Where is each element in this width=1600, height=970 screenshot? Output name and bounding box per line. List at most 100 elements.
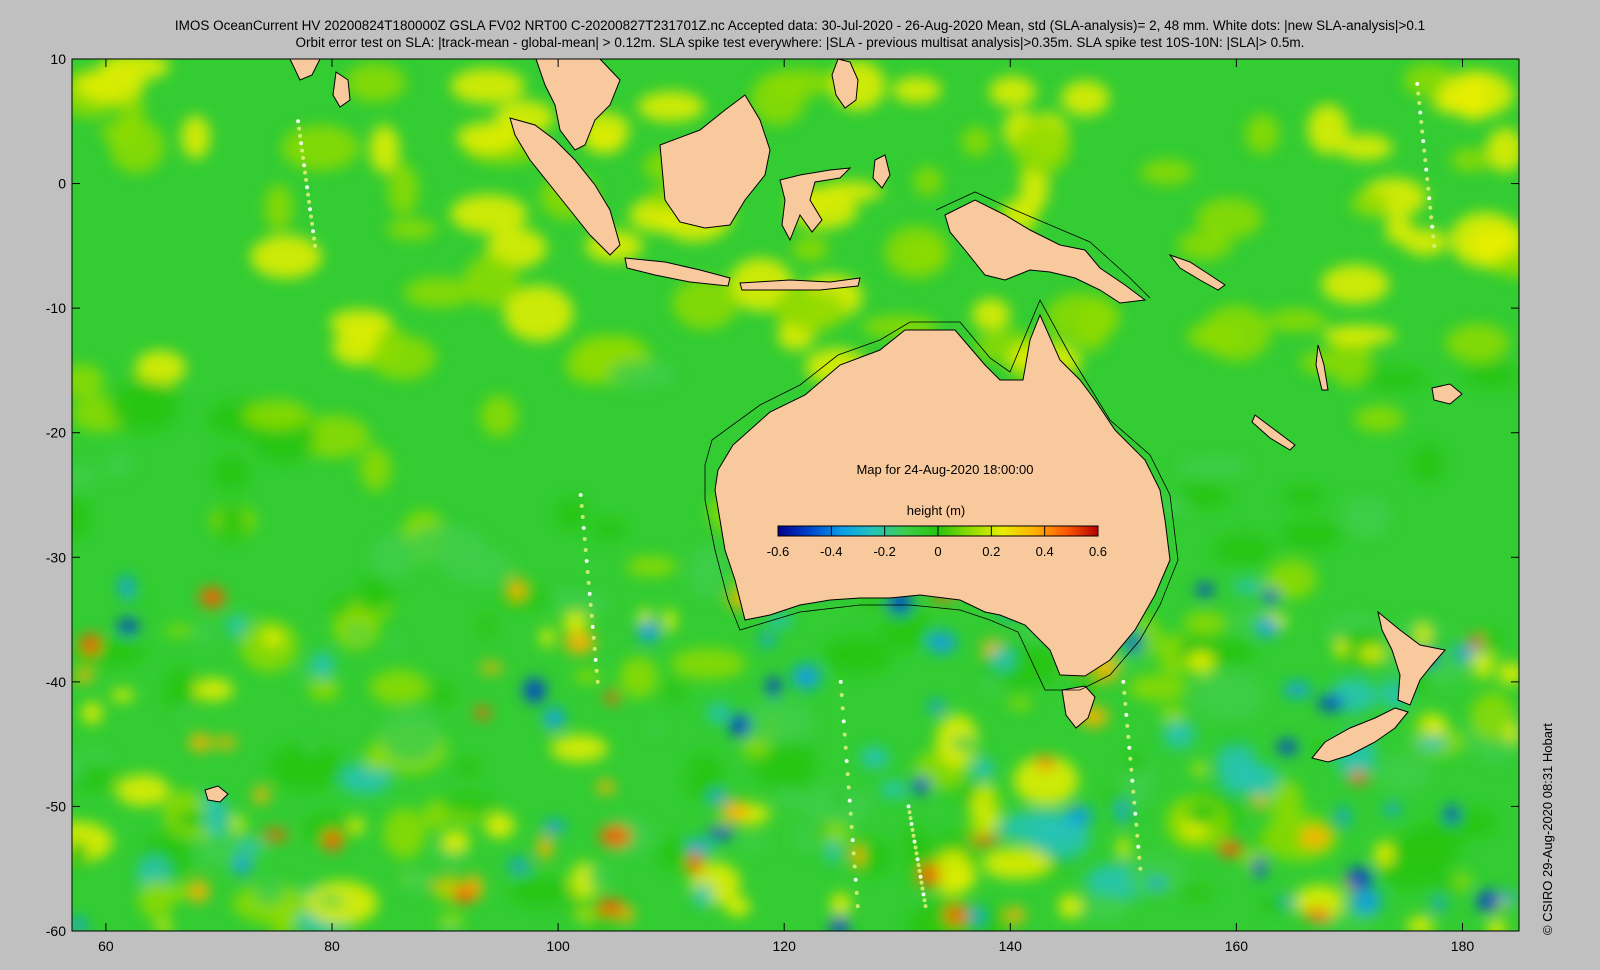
track-dot <box>312 236 317 241</box>
eddy-blob <box>739 837 771 852</box>
anomaly-blob <box>670 648 747 680</box>
anomaly-blob <box>1354 405 1404 433</box>
anomaly-blob <box>1183 611 1227 635</box>
eddy-blob <box>970 907 984 925</box>
y-tick-label: 10 <box>50 51 66 67</box>
eddy-blob <box>474 706 491 720</box>
anomaly-blob <box>383 808 426 859</box>
track-dot <box>915 857 920 862</box>
anomaly-blob <box>961 126 992 156</box>
track-dot <box>920 886 925 891</box>
eddy-blob <box>309 678 339 701</box>
track-dot <box>1421 139 1426 144</box>
eddy-blob <box>188 733 213 752</box>
track-dot <box>850 838 855 843</box>
eddy-blob <box>1180 885 1213 901</box>
eddy-blob <box>226 614 244 638</box>
eddy-blob <box>1263 587 1279 605</box>
eddy-blob <box>110 689 135 702</box>
track-dot <box>579 503 584 508</box>
eddy-blob <box>967 814 982 836</box>
eddy-blob <box>1187 651 1215 675</box>
eddy-blob <box>195 621 214 647</box>
track-dot <box>852 864 857 869</box>
eddy-blob <box>944 905 969 925</box>
eddy-blob <box>1231 579 1264 594</box>
anomaly-blob <box>555 498 587 530</box>
eddy-blob <box>82 749 112 762</box>
track-dot <box>591 635 596 640</box>
anomaly-blob <box>386 219 437 240</box>
track-dot <box>583 547 588 552</box>
eddy-blob <box>637 620 661 643</box>
y-tick-label: -20 <box>46 425 66 441</box>
eddy-blob <box>1407 916 1435 931</box>
track-dot <box>855 904 860 909</box>
anomaly-blob <box>281 124 360 171</box>
eddy-blob <box>441 830 470 854</box>
eddy-blob <box>825 839 840 864</box>
eddy-blob <box>1260 896 1287 913</box>
eddy-blob <box>1349 771 1368 785</box>
y-tick-label: -50 <box>46 798 66 814</box>
eddy-blob <box>507 577 527 601</box>
anomaly-blob <box>380 709 442 764</box>
track-dot <box>298 133 303 138</box>
anomaly-blob <box>355 576 394 614</box>
eddy-blob <box>599 825 631 848</box>
eddy-blob <box>1005 906 1025 924</box>
track-dot <box>1121 679 1126 684</box>
eddy-blob <box>1497 662 1519 685</box>
track-dot <box>1429 215 1434 220</box>
eddy-blob <box>605 690 619 705</box>
track-dot <box>590 624 595 629</box>
anomaly-blob <box>637 91 705 122</box>
track-dot <box>1416 91 1421 96</box>
anomaly-blob <box>1077 326 1107 352</box>
anomaly-blob <box>72 497 90 538</box>
track-dot <box>1126 734 1131 739</box>
eddy-blob <box>567 894 581 915</box>
eddy-blob <box>1252 794 1266 810</box>
eddy-blob <box>1193 763 1206 776</box>
anomaly-blob <box>1341 495 1392 539</box>
eddy-blob <box>970 835 1000 846</box>
anomaly-blob <box>72 465 100 489</box>
track-dot <box>1425 177 1430 182</box>
track-dot <box>313 243 318 248</box>
eddy-blob <box>389 639 404 653</box>
sla-map-figure: 60 80 100 120 140 160 180 100-10-20-30-40-50-6… <box>43 51 1537 954</box>
anomaly-blob <box>1012 120 1071 176</box>
track-dot <box>844 758 849 763</box>
eddy-blob <box>311 652 335 678</box>
anomaly-blob <box>1445 323 1510 363</box>
track-dot <box>582 536 587 541</box>
eddy-blob <box>1035 756 1055 769</box>
eddy-blob <box>1317 695 1345 712</box>
track-dot <box>586 580 591 585</box>
eddy-blob <box>479 662 503 673</box>
track-dot <box>301 155 306 160</box>
eddy-blob <box>1252 856 1267 879</box>
eddy-blob <box>162 884 189 901</box>
colorbar-title: height (m) <box>907 503 966 518</box>
track-dot <box>587 591 592 596</box>
anomaly-blob <box>1377 755 1432 793</box>
eddy-blob <box>254 879 285 905</box>
anomaly-blob <box>456 121 520 154</box>
track-dot <box>841 719 846 724</box>
eddy-blob <box>1444 804 1460 825</box>
track-dot <box>303 170 308 175</box>
anomaly-blob <box>1307 104 1349 155</box>
eddy-blob <box>322 830 343 852</box>
anomaly-blob <box>1191 672 1265 721</box>
track-dot <box>1420 129 1425 134</box>
eddy-blob <box>830 892 852 916</box>
map-plot-area[interactable] <box>43 52 1537 953</box>
eddy-blob <box>164 625 193 636</box>
track-dot <box>581 525 586 530</box>
track-dot <box>843 745 848 750</box>
anomaly-blob <box>1186 322 1240 351</box>
track-dot <box>1427 196 1432 201</box>
track-dot <box>1417 100 1422 105</box>
